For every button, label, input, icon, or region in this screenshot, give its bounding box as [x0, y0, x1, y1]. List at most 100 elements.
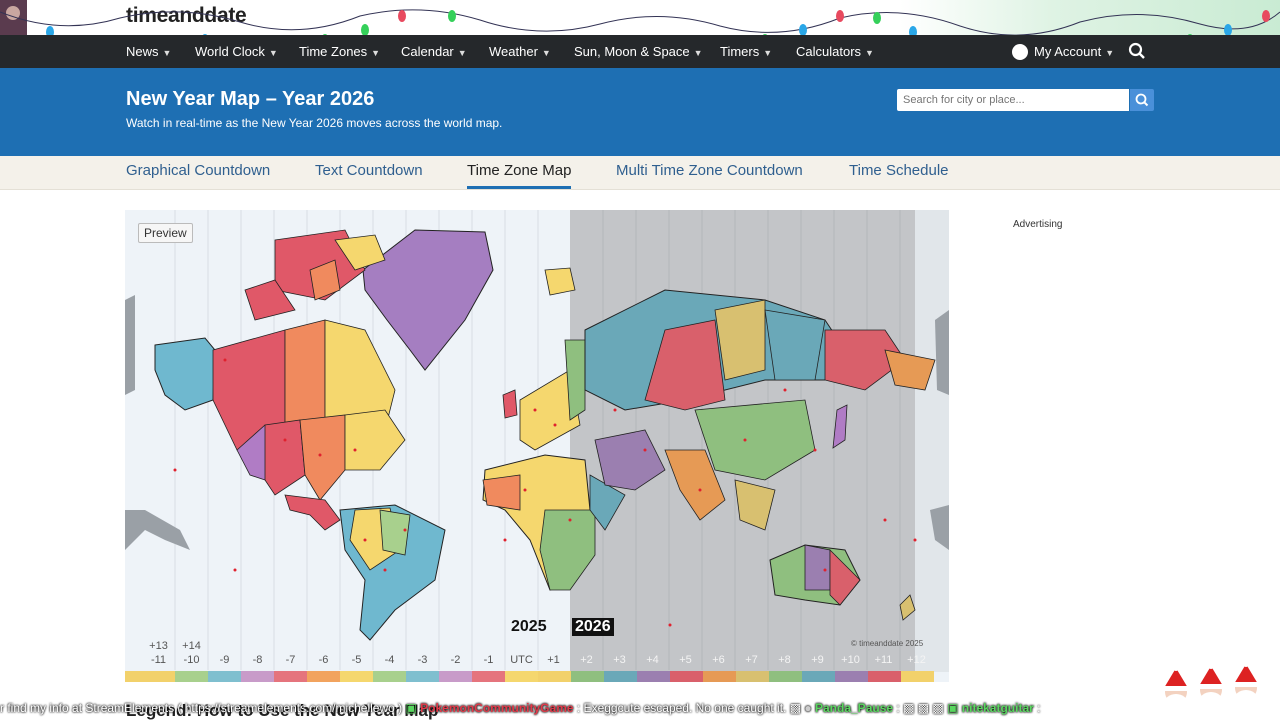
tz-label: -8 [252, 654, 263, 666]
tz-label: +12 [907, 654, 926, 666]
tz-label: -9 [219, 654, 230, 666]
timezone-color-swatch [868, 671, 901, 682]
year-next-label: 2026 [572, 618, 614, 636]
tab-graphical-countdown[interactable]: Graphical Countdown [126, 156, 270, 186]
world-map-graphic [125, 210, 949, 672]
ticker-username: PokemonCommunityGame [420, 701, 574, 715]
timezone-color-swatch [307, 671, 340, 682]
tab-multi-time-zone-countdown[interactable]: Multi Time Zone Countdown [616, 156, 803, 186]
tz-label: -6 [318, 654, 329, 666]
nav-calculators[interactable]: Calculators ▼ [796, 35, 874, 68]
timezone-color-swatch [802, 671, 835, 682]
timezone-color-swatch [505, 671, 538, 682]
chevron-down-icon: ▼ [371, 48, 381, 58]
tz-label: -3 [417, 654, 428, 666]
top-strip: timeanddate [0, 0, 1280, 35]
tz-label: -4 [384, 654, 395, 666]
nav-time-zones[interactable]: Time Zones ▼ [299, 35, 380, 68]
tz-label: +1 [547, 654, 560, 666]
subnav-tabs: Graphical Countdown Text Countdown Time … [0, 156, 1280, 190]
emote-icon: ▩ ▩ ▩ [903, 701, 944, 715]
nav-weather-label: Weather [489, 44, 538, 59]
chevron-down-icon: ▼ [865, 48, 874, 58]
badge-icon: ▣ [405, 701, 417, 715]
tz-label: -5 [351, 654, 362, 666]
timezone-color-swatch [373, 671, 406, 682]
nav-news[interactable]: News ▼ [126, 35, 171, 68]
tz-label: UTC [510, 654, 533, 666]
timezone-color-swatch [439, 671, 472, 682]
nav-sun-moon-space-label: Sun, Moon & Space [574, 44, 690, 59]
search-icon [1135, 93, 1149, 107]
timezone-color-swatch [769, 671, 802, 682]
chevron-down-icon: ▼ [693, 48, 703, 58]
new-year-map[interactable]: Preview 2025 2026 © timeanddate 2025 +13… [125, 210, 949, 682]
nav-weather[interactable]: Weather ▼ [489, 35, 551, 68]
timezone-color-swatch [901, 671, 934, 682]
tab-time-zone-map[interactable]: Time Zone Map [467, 156, 572, 189]
chevron-down-icon: ▼ [763, 48, 773, 58]
page-header: New Year Map – Year 2026 Watch in real-t… [0, 68, 1280, 156]
timezone-color-swatch [472, 671, 505, 682]
timezone-color-swatch [142, 671, 175, 682]
page-subtitle: Watch in real-time as the New Year 2026 … [126, 116, 503, 130]
chevron-down-icon: ▼ [457, 48, 467, 58]
timezone-color-swatch [340, 671, 373, 682]
main-nav: News ▼ World Clock ▼ Time Zones ▼ Calendar ▼… [0, 35, 1280, 68]
chevron-down-icon: ▼ [1105, 48, 1115, 58]
nav-timers[interactable]: Timers ▼ [720, 35, 772, 68]
nav-time-zones-label: Time Zones [299, 44, 368, 59]
my-account-button[interactable]: My Account ▼ [1012, 35, 1114, 68]
timezone-color-swatch [274, 671, 307, 682]
ticker-text: : [1037, 701, 1041, 715]
tz-label: -1 [483, 654, 494, 666]
year-current-label: 2025 [511, 618, 547, 635]
search-icon[interactable] [1128, 42, 1146, 60]
timezone-color-swatch [208, 671, 241, 682]
nav-calendar-label: Calendar [401, 44, 454, 59]
nav-world-clock[interactable]: World Clock ▼ [195, 35, 278, 68]
tz-label: +8 [778, 654, 791, 666]
ticker-username: Panda_Pause [815, 701, 894, 715]
nav-calendar[interactable]: Calendar ▼ [401, 35, 467, 68]
chevron-down-icon: ▼ [162, 48, 172, 58]
user-icon [1012, 43, 1028, 60]
ticker-username: nitekatguitar [961, 701, 1034, 715]
ticker-text: : Exeggcute escaped. No one caught it. [576, 701, 787, 715]
ticker-text: : [896, 701, 900, 715]
tab-text-countdown[interactable]: Text Countdown [315, 156, 423, 186]
advertising-label: Advertising [1013, 219, 1063, 230]
santa-decoration-icon [1164, 661, 1258, 714]
tab-time-schedule[interactable]: Time Schedule [849, 156, 949, 186]
tz-label: +10 [841, 654, 860, 666]
tz-label-top: +13 [149, 640, 168, 652]
nav-calculators-label: Calculators [796, 44, 862, 59]
nav-world-clock-label: World Clock [195, 44, 265, 59]
nav-sun-moon-space[interactable]: Sun, Moon & Space ▼ [574, 35, 703, 68]
city-search-button[interactable] [1130, 89, 1154, 111]
tz-label-top: +14 [182, 640, 201, 652]
timezone-color-swatch [703, 671, 736, 682]
nav-news-label: News [126, 44, 159, 59]
timezone-color-swatch [406, 671, 439, 682]
preview-button[interactable]: Preview [138, 223, 193, 243]
city-search-input[interactable] [897, 89, 1129, 111]
tz-label: +4 [646, 654, 659, 666]
status-icon: ● [804, 701, 812, 715]
emote-icon: ▩ [789, 701, 802, 715]
timezone-color-swatch [571, 671, 604, 682]
timezone-color-swatch [736, 671, 769, 682]
timezone-color-swatch [125, 671, 142, 682]
tz-label: -2 [450, 654, 461, 666]
nav-timers-label: Timers [720, 44, 760, 59]
tz-label: -7 [285, 654, 296, 666]
tz-label: +11 [874, 654, 893, 666]
tz-label: +2 [580, 654, 593, 666]
ticker-text: r find my info at StreamElements ( https… [0, 701, 403, 715]
timezone-color-swatch [835, 671, 868, 682]
tz-label: +9 [811, 654, 824, 666]
map-copyright: © timeanddate 2025 [851, 639, 924, 648]
tz-label: +3 [613, 654, 626, 666]
page-title: New Year Map – Year 2026 [126, 88, 375, 110]
my-account-label: My Account [1034, 44, 1102, 59]
